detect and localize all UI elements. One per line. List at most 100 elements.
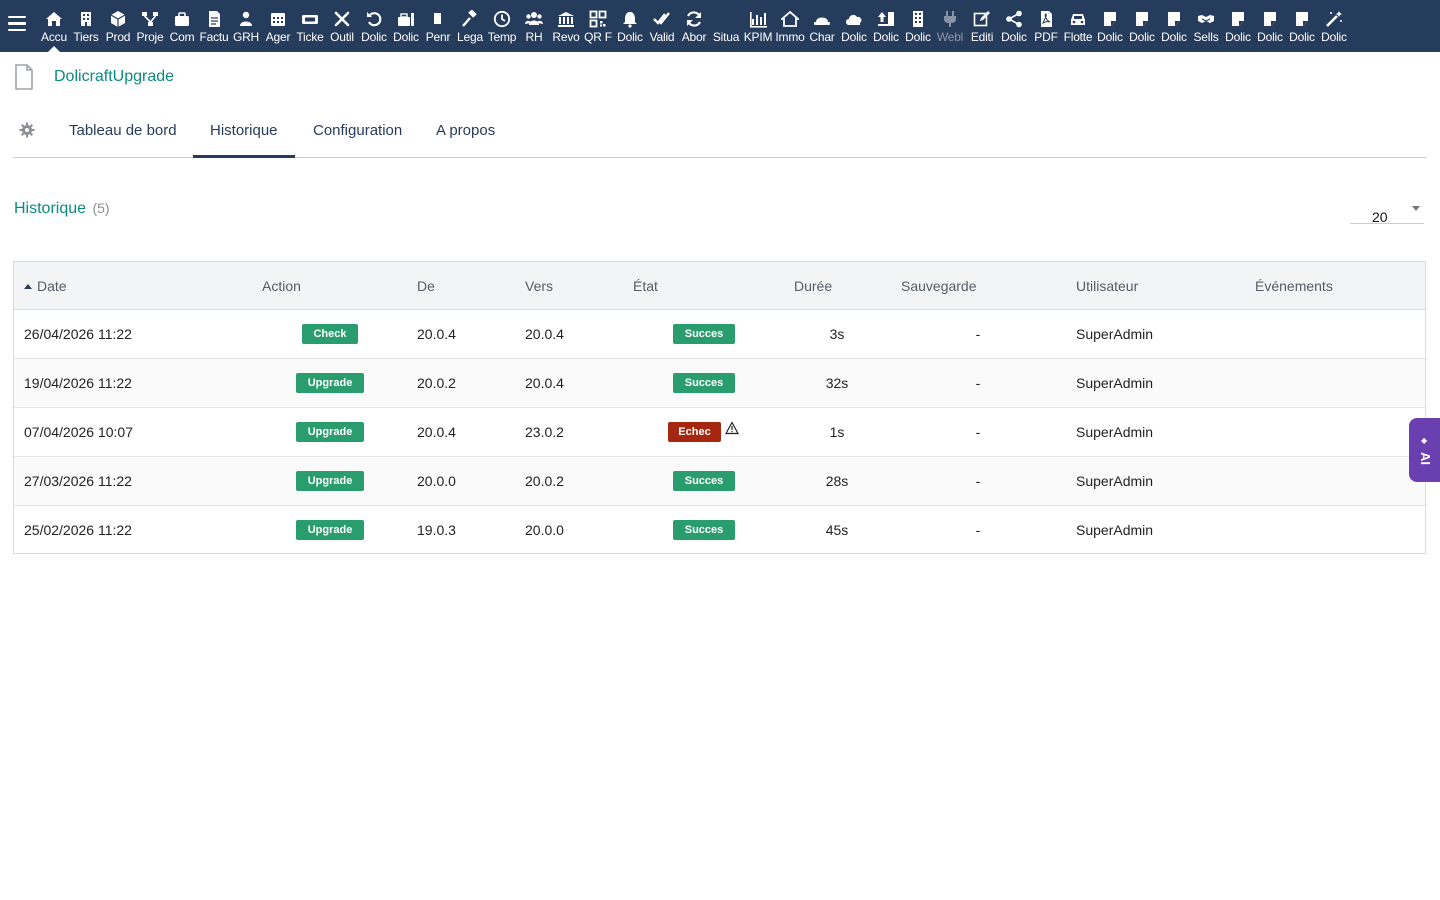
magic-wand-icon xyxy=(1326,11,1342,27)
note-icon xyxy=(1232,12,1244,26)
cell-user: SuperAdmin xyxy=(1076,375,1154,391)
action-badge: Check xyxy=(302,324,358,344)
cell-from-version: 20.0.4 xyxy=(417,424,456,440)
hamburger-menu-icon[interactable] xyxy=(8,16,26,36)
menu-item-outil[interactable]: Outil xyxy=(326,0,358,52)
cell-backup: - xyxy=(975,375,981,391)
menu-item-dolic[interactable]: Dolic xyxy=(1318,0,1350,52)
menu-item-label: Proje xyxy=(136,30,164,44)
hard-hat-icon xyxy=(814,17,830,25)
menu-item-dolic[interactable]: Dolic xyxy=(902,0,934,52)
cell-user: SuperAdmin xyxy=(1076,424,1154,440)
double-check-icon xyxy=(653,12,670,25)
column-header-action[interactable]: Action xyxy=(262,278,301,294)
users-icon xyxy=(525,12,543,25)
menu-item-rh[interactable]: RH xyxy=(518,0,550,52)
column-header-utilisateur[interactable]: Utilisateur xyxy=(1076,278,1138,294)
menu-item-dolic[interactable]: Dolic xyxy=(358,0,390,52)
column-header-etat[interactable]: État xyxy=(633,278,658,294)
menu-item-sells[interactable]: Sells xyxy=(1190,0,1222,52)
menu-item-dolic[interactable]: Dolic xyxy=(838,0,870,52)
menu-item-immo[interactable]: Immo xyxy=(774,0,806,52)
menu-item-tiers[interactable]: Tiers xyxy=(70,0,102,52)
history-table: Date Action De Vers État Durée Sauvegard… xyxy=(13,261,1426,554)
column-header-sauvegarde[interactable]: Sauvegarde xyxy=(901,278,977,294)
menu-item-ticke[interactable]: Ticke xyxy=(294,0,326,52)
status-badge: Succes xyxy=(673,324,735,344)
per-page-select[interactable]: 20 xyxy=(1350,200,1424,225)
menu-item-label: Dolic xyxy=(1225,30,1251,44)
table-header: Date Action De Vers État Durée Sauvegard… xyxy=(14,262,1425,310)
table-row: 26/04/2026 11:22 Check 20.0.4 20.0.4 Succes 3… xyxy=(14,310,1425,359)
column-header-date[interactable]: Date xyxy=(24,278,67,294)
menu-item-factu[interactable]: Factu xyxy=(198,0,230,52)
toolbox-icon xyxy=(398,13,414,26)
menu-item-dolic[interactable]: Dolic xyxy=(998,0,1030,52)
menu-item-label: Editi xyxy=(970,30,994,44)
cell-duration: 45s xyxy=(825,522,849,538)
cell-date: 27/03/2026 11:22 xyxy=(24,473,132,489)
menu-item-lega[interactable]: Lega xyxy=(454,0,486,52)
cell-duration: 1s xyxy=(829,424,845,440)
cell-backup: - xyxy=(975,473,981,489)
tab-tableau-de-bord[interactable]: Tableau de bord xyxy=(69,122,177,139)
menu-item-flotte[interactable]: Flotte xyxy=(1062,0,1094,52)
menu-item-char[interactable]: Char xyxy=(806,0,838,52)
column-header-duree[interactable]: Durée xyxy=(794,278,832,294)
menu-item-dolic[interactable]: Dolic xyxy=(1158,0,1190,52)
gear-icon[interactable] xyxy=(19,122,35,138)
sort-ascending-icon xyxy=(24,284,32,289)
column-header-vers[interactable]: Vers xyxy=(525,278,553,294)
car-icon xyxy=(1071,14,1085,25)
menu-item-penr[interactable]: Penr xyxy=(422,0,454,52)
note-icon xyxy=(1264,12,1276,26)
menu-item-pdf[interactable]: PDF xyxy=(1030,0,1062,52)
tab-configuration[interactable]: Configuration xyxy=(313,122,402,139)
note-icon xyxy=(1296,12,1308,26)
menu-item-label: Dolic xyxy=(393,30,419,44)
table-row: 25/02/2026 11:22 Upgrade 19.0.3 20.0.0 Succe… xyxy=(14,506,1425,555)
menu-item-situa[interactable]: Situa xyxy=(710,0,742,52)
menu-item-valid[interactable]: Valid xyxy=(646,0,678,52)
column-header-de[interactable]: De xyxy=(417,278,435,294)
document-icon xyxy=(15,64,33,90)
column-header-evenements[interactable]: Événements xyxy=(1255,278,1333,294)
menu-item-proje[interactable]: Proje xyxy=(134,0,166,52)
menu-item-label: RH xyxy=(525,30,543,44)
menu-item-dolic[interactable]: Dolic xyxy=(870,0,902,52)
menu-item-label: GRH xyxy=(232,30,260,44)
menu-item-dolic[interactable]: Dolic xyxy=(1286,0,1318,52)
menu-item-prod[interactable]: Prod xyxy=(102,0,134,52)
menu-item-webl[interactable]: Webl xyxy=(934,0,966,52)
status-badge: Succes xyxy=(673,471,735,491)
menu-item-label: Dolic xyxy=(617,30,643,44)
menu-item-kpim[interactable]: KPIM xyxy=(742,0,774,52)
menu-item-revo[interactable]: Revo xyxy=(550,0,582,52)
menu-item-label: Valid xyxy=(649,30,675,44)
ai-assistant-tab[interactable]: ◆ AI xyxy=(1409,418,1440,482)
menu-item-editi[interactable]: Editi xyxy=(966,0,998,52)
qrcode-icon xyxy=(589,10,607,28)
menu-item-dolic[interactable]: Dolic xyxy=(1126,0,1158,52)
menu-item-label: Penr xyxy=(425,30,451,44)
tab-historique[interactable]: Historique xyxy=(193,122,294,158)
menu-item-ager[interactable]: Ager xyxy=(262,0,294,52)
status-badge: Succes xyxy=(673,373,735,393)
menu-item-dolic[interactable]: Dolic xyxy=(1222,0,1254,52)
menu-item-abor[interactable]: Abor xyxy=(678,0,710,52)
warning-icon[interactable] xyxy=(725,421,739,435)
tools-icon xyxy=(334,11,350,27)
note-icon xyxy=(1104,12,1116,26)
menu-item-grh[interactable]: GRH xyxy=(230,0,262,52)
menu-item-label: Ticke xyxy=(296,30,324,44)
menu-item-accu[interactable]: Accu xyxy=(38,0,70,52)
menu-item-dolic[interactable]: Dolic xyxy=(1254,0,1286,52)
menu-item-dolic[interactable]: Dolic xyxy=(614,0,646,52)
menu-item-dolic[interactable]: Dolic xyxy=(1094,0,1126,52)
calendar-icon xyxy=(271,13,285,26)
tab-a-propos[interactable]: A propos xyxy=(436,122,495,139)
menu-item-temp[interactable]: Temp xyxy=(486,0,518,52)
menu-item-dolic[interactable]: Dolic xyxy=(390,0,422,52)
menu-item-com[interactable]: Com xyxy=(166,0,198,52)
menu-item-qr-f[interactable]: QR F xyxy=(582,0,614,52)
